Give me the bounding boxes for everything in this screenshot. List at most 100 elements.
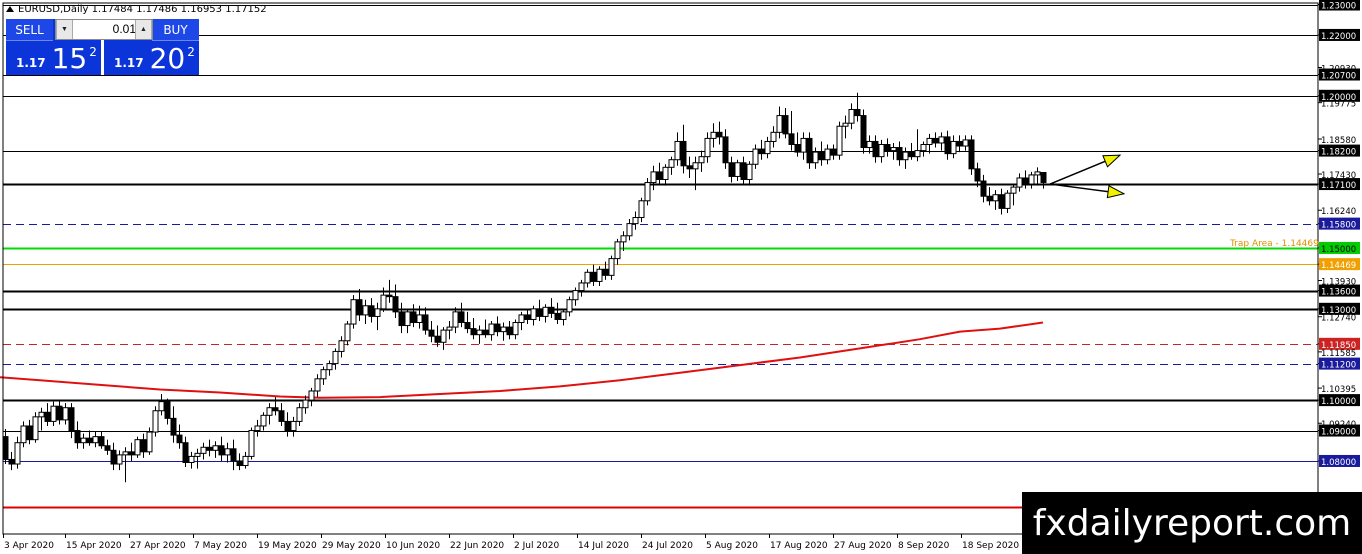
candle-body-bull <box>764 140 771 155</box>
y-tick-label: 1.12740 <box>1321 314 1356 324</box>
candle-body-bear <box>410 311 417 324</box>
candle-body-bull <box>212 445 219 451</box>
candle-body-bear <box>680 140 687 167</box>
lot-decrease-button[interactable]: ▼ <box>56 20 73 39</box>
candle-body-bull <box>596 268 603 282</box>
candle <box>134 436 141 458</box>
candle-body-bull <box>692 162 699 170</box>
candle-body-bear <box>398 311 405 327</box>
candle-body-bear <box>656 171 663 180</box>
candle-body-bull <box>152 410 159 433</box>
candle <box>836 121 843 160</box>
candle-body-bull <box>1028 174 1035 185</box>
x-tick-label: 24 Jul 2020 <box>642 541 693 551</box>
candle-body-bear <box>434 335 441 343</box>
candle-body-bull <box>290 420 297 432</box>
candle-body-bull <box>308 390 315 401</box>
candle-body-bull <box>14 442 21 465</box>
candle-body-bear <box>206 446 213 451</box>
candle-body-bear <box>956 140 963 147</box>
candle-body-bear <box>998 194 1005 209</box>
candle-body-bear <box>230 448 237 462</box>
candle-body-bull <box>1004 192 1011 209</box>
candle-body-bear <box>110 449 117 465</box>
candle-body-bull <box>362 305 369 316</box>
candle-body-bull <box>80 437 87 444</box>
candle-body-bear <box>554 312 561 320</box>
candle-body-bear <box>386 294 393 298</box>
buy-label: BUY <box>163 22 188 37</box>
candle-body-bear <box>44 411 51 422</box>
lot-increase-button[interactable]: ▲ <box>135 20 152 39</box>
candle-body-bull <box>560 311 567 320</box>
lot-size-stepper[interactable]: ▼ 0.01 ▲ <box>55 19 153 40</box>
candle-body-bull <box>374 308 381 317</box>
x-tick-label: 27 Apr 2020 <box>130 541 186 551</box>
candle-body-bear <box>218 445 225 456</box>
candle-body-bear <box>968 139 975 170</box>
candle-body-bear <box>536 308 543 317</box>
y-tick-label: 1.09000 <box>1321 428 1356 438</box>
candle-body-bear <box>1040 171 1047 184</box>
candle-body-bull <box>626 223 633 237</box>
candle-body-bear <box>728 162 735 177</box>
candle-body-bull <box>488 323 495 336</box>
candle-body-bull <box>926 137 933 145</box>
candle-body-bull <box>608 258 615 276</box>
sell-price-fraction: 2 <box>89 45 97 59</box>
candle-body-bear <box>464 322 471 330</box>
candle-body-bear <box>884 143 891 152</box>
candle-body-bull <box>266 407 273 416</box>
collapse-icon[interactable] <box>6 6 14 12</box>
y-tick-label: 1.15800 <box>1321 221 1356 231</box>
candle-body-bear <box>104 445 111 451</box>
candle-body-bear <box>818 151 825 161</box>
candle-body-bull <box>824 148 831 161</box>
candle-body-bear <box>986 195 993 202</box>
candle-body-bear <box>974 168 981 182</box>
candle-body-bull <box>260 414 267 427</box>
candle-body-bull <box>584 271 591 284</box>
candle-body-bull <box>404 311 411 327</box>
y-tick-label: 1.11200 <box>1321 361 1356 371</box>
candle-body-bull <box>890 147 897 152</box>
candle-body-bull <box>200 446 207 454</box>
sell-button[interactable]: SELL <box>6 19 53 41</box>
candle-body-bull <box>614 241 621 260</box>
x-tick-label: 15 Apr 2020 <box>66 541 122 551</box>
candle-body-bull <box>92 436 99 444</box>
y-tick-label: 1.17100 <box>1321 181 1356 191</box>
candle-body-bear <box>860 115 867 149</box>
buy-price-fraction: 2 <box>187 45 195 59</box>
candle-body-bull <box>1016 177 1023 188</box>
candle-body-bull <box>950 140 957 155</box>
candle-body-bull <box>920 143 927 152</box>
x-tick-label: 19 May 2020 <box>258 541 317 551</box>
candle-body-bull <box>800 137 807 153</box>
buy-price-prefix: 1.17 <box>114 56 144 70</box>
y-tick-label: 1.18200 <box>1321 148 1356 158</box>
candle-body-bull <box>770 131 777 142</box>
candle-body-bull <box>518 314 525 324</box>
candle-body-bear <box>686 165 693 170</box>
candle-body-bull <box>578 282 585 292</box>
y-tick-label: 1.18580 <box>1321 136 1356 146</box>
candle-body-bull <box>416 314 423 324</box>
candle-body-bull <box>698 156 705 164</box>
candle-body-bear <box>182 442 189 463</box>
candle-body-bear <box>284 420 291 432</box>
candle-body-bull <box>572 290 579 301</box>
candle-body-bear <box>68 407 75 432</box>
buy-button[interactable]: BUY <box>152 19 199 41</box>
candle-body-bull <box>116 454 123 465</box>
x-tick-label: 7 May 2020 <box>194 541 247 551</box>
candle-body-bear <box>368 305 375 317</box>
candle-body-bull <box>332 350 339 365</box>
candle-body-bear <box>236 460 243 467</box>
lot-size-input[interactable]: 0.01 <box>72 22 136 36</box>
candle-body-bear <box>176 434 183 444</box>
sell-label: SELL <box>15 22 44 37</box>
candle-body-bull <box>440 329 447 343</box>
y-tick-label: 1.20700 <box>1321 72 1356 82</box>
y-tick-label: 1.08000 <box>1321 458 1356 468</box>
